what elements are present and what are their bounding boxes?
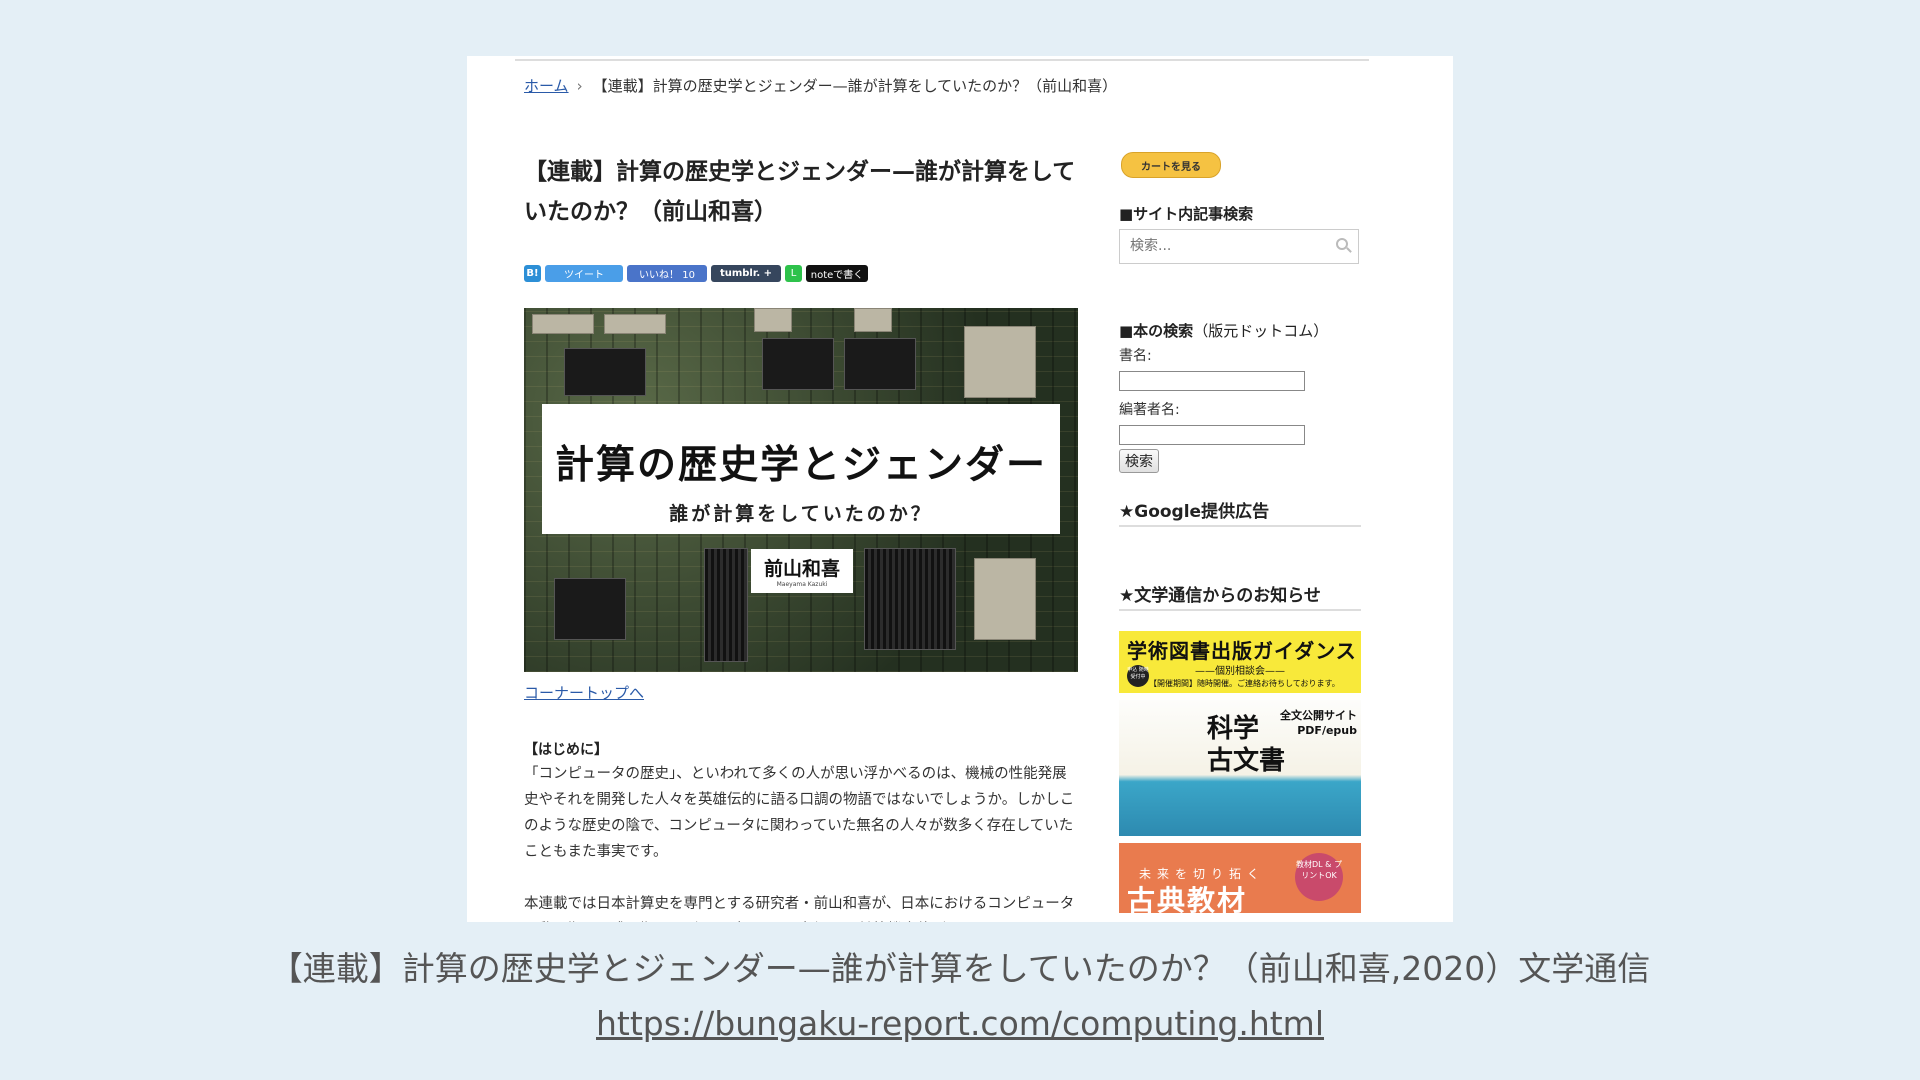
circuit-chip bbox=[754, 308, 792, 332]
guidance-banner-subtitle: ——個別相談会—— bbox=[1195, 666, 1285, 677]
share-buttons: B! ツイート いいね！ 10 tumblr. + L noteで書く bbox=[524, 264, 1079, 282]
heatsink bbox=[864, 548, 956, 650]
guidance-banner-title: 学術図書出版ガイダンス bbox=[1127, 639, 1357, 663]
corner-top-link[interactable]: コーナートップへ bbox=[524, 682, 644, 703]
guidance-banner[interactable]: 学術図書出版ガイダンス ——個別相談会—— 申込 随時 受付中 【開催期間】随時… bbox=[1119, 631, 1361, 693]
post-title: 【連載】計算の歴史学とジェンダー—誰が計算をしていたのか？（前山和喜） bbox=[524, 159, 1076, 225]
site-search-title: ■サイト内記事検索 bbox=[1119, 205, 1254, 223]
caption-title: 【連載】計算の歴史学とジェンダー—誰が計算をしていたのか？（前山和喜,2020）… bbox=[269, 949, 1651, 988]
circuit-chip bbox=[844, 338, 916, 390]
kobunsho-banner-full-text: 全文公開サイト PDF/epub bbox=[1280, 709, 1357, 737]
circuit-chip bbox=[564, 348, 646, 396]
hero-image: 計算の歴史学とジェンダー 誰が計算をしていたのか？ 前山和喜 Maeyama K… bbox=[524, 308, 1078, 672]
breadcrumb-home-link[interactable]: ホーム bbox=[524, 77, 569, 95]
author-field[interactable] bbox=[1119, 425, 1305, 445]
article-paragraph: 本連載では日本計算史を専門とする研究者・前山和喜が、日本におけるコンピュータの黎… bbox=[524, 896, 1075, 912]
site-search-input[interactable] bbox=[1128, 237, 1322, 255]
hero-author-roman: Maeyama Kazuki bbox=[776, 581, 828, 588]
kobunsho-banner-title: 古文書 bbox=[1207, 746, 1286, 776]
book-search-widget: ■本の検索（版元ドットコム） 書名: 編著者名: 検索 bbox=[1119, 320, 1361, 473]
hero-author-name: 前山和喜 bbox=[763, 558, 840, 580]
search-icon[interactable] bbox=[1336, 238, 1348, 250]
guidance-banner-badge: 申込 随時 受付中 bbox=[1127, 665, 1149, 687]
koten-banner-badge: 教材DL & プリントOK bbox=[1295, 853, 1343, 901]
koten-banner-title: 古典教材 bbox=[1127, 884, 1248, 913]
book-search-title-suffix: （版元ドットコム） bbox=[1193, 322, 1329, 340]
caption-url-link[interactable]: https://bungaku-report.com/computing.htm… bbox=[0, 1004, 1920, 1043]
article-body: 「コンピュータの歴史」、といわれて多くの人が思い浮かべるのは、機械の性能発展史や… bbox=[524, 761, 1079, 922]
article-paragraph: 「コンピュータの歴史」、といわれて多くの人が思い浮かべるのは、機械の性能発展史や… bbox=[524, 766, 1075, 860]
google-ads-title: ★Google提供広告 bbox=[1119, 497, 1361, 527]
book-name-field[interactable] bbox=[1119, 371, 1305, 391]
top-divider bbox=[515, 59, 1369, 61]
line-share-button[interactable]: L bbox=[785, 264, 802, 282]
koten-banner[interactable]: 未来を切り拓く 古典教材 教材DL & プリントOK bbox=[1119, 843, 1361, 913]
book-name-label: 書名: bbox=[1119, 348, 1152, 364]
circuit-chip bbox=[854, 308, 892, 332]
site-search-box bbox=[1119, 229, 1359, 264]
hatena-bookmark-button[interactable]: B! bbox=[524, 264, 541, 282]
book-search-title: ■本の検索 bbox=[1119, 322, 1194, 340]
main-content: 【連載】計算の歴史学とジェンダー—誰が計算をしていたのか？（前山和喜） B! ツ… bbox=[524, 152, 1079, 922]
circuit-chip bbox=[554, 578, 626, 640]
author-label: 編著者名: bbox=[1119, 402, 1180, 418]
intro-heading: 【はじめに】 bbox=[524, 742, 608, 758]
tumblr-share-button[interactable]: tumblr. + bbox=[711, 264, 781, 282]
book-search-button[interactable]: 検索 bbox=[1119, 449, 1159, 473]
breadcrumb-separator: › bbox=[576, 77, 583, 95]
tweet-button[interactable]: ツイート bbox=[545, 264, 623, 282]
note-share-button[interactable]: noteで書く bbox=[806, 264, 868, 282]
notice-title: ★文学通信からのお知らせ bbox=[1119, 581, 1361, 611]
circuit-chip bbox=[974, 558, 1036, 640]
hero-subtitle: 誰が計算をしていたのか？ bbox=[669, 503, 933, 525]
breadcrumb: ホーム › 【連載】計算の歴史学とジェンダー—誰が計算をしていたのか？（前山和喜） bbox=[524, 75, 1117, 96]
guidance-banner-note: 【開催期間】随時開催。ご連絡お待ちしております。 bbox=[1149, 679, 1340, 688]
facebook-like-button[interactable]: いいね！ 10 bbox=[627, 264, 707, 282]
hero-author-box: 前山和喜 Maeyama Kazuki bbox=[751, 549, 853, 593]
sidebar: カートを見る ■サイト内記事検索 ■本の検索（版元ドットコム） 書名: 編著者名… bbox=[1119, 152, 1361, 913]
heatsink bbox=[704, 548, 748, 662]
view-cart-button[interactable]: カートを見る bbox=[1121, 152, 1221, 178]
hero-title-box: 計算の歴史学とジェンダー 誰が計算をしていたのか？ bbox=[542, 404, 1060, 534]
circuit-chip bbox=[964, 326, 1036, 398]
circuit-chip bbox=[532, 314, 594, 334]
circuit-chip bbox=[762, 338, 834, 390]
kobunsho-banner[interactable]: 科学 古文書 全文公開サイト PDF/epub bbox=[1119, 700, 1361, 836]
webpage-screenshot: ホーム › 【連載】計算の歴史学とジェンダー—誰が計算をしていたのか？（前山和喜） … bbox=[467, 56, 1453, 922]
circuit-chip bbox=[604, 314, 666, 334]
hero-title: 計算の歴史学とジェンダー bbox=[554, 443, 1047, 488]
breadcrumb-current: 【連載】計算の歴史学とジェンダー—誰が計算をしていたのか？（前山和喜） bbox=[592, 77, 1118, 95]
